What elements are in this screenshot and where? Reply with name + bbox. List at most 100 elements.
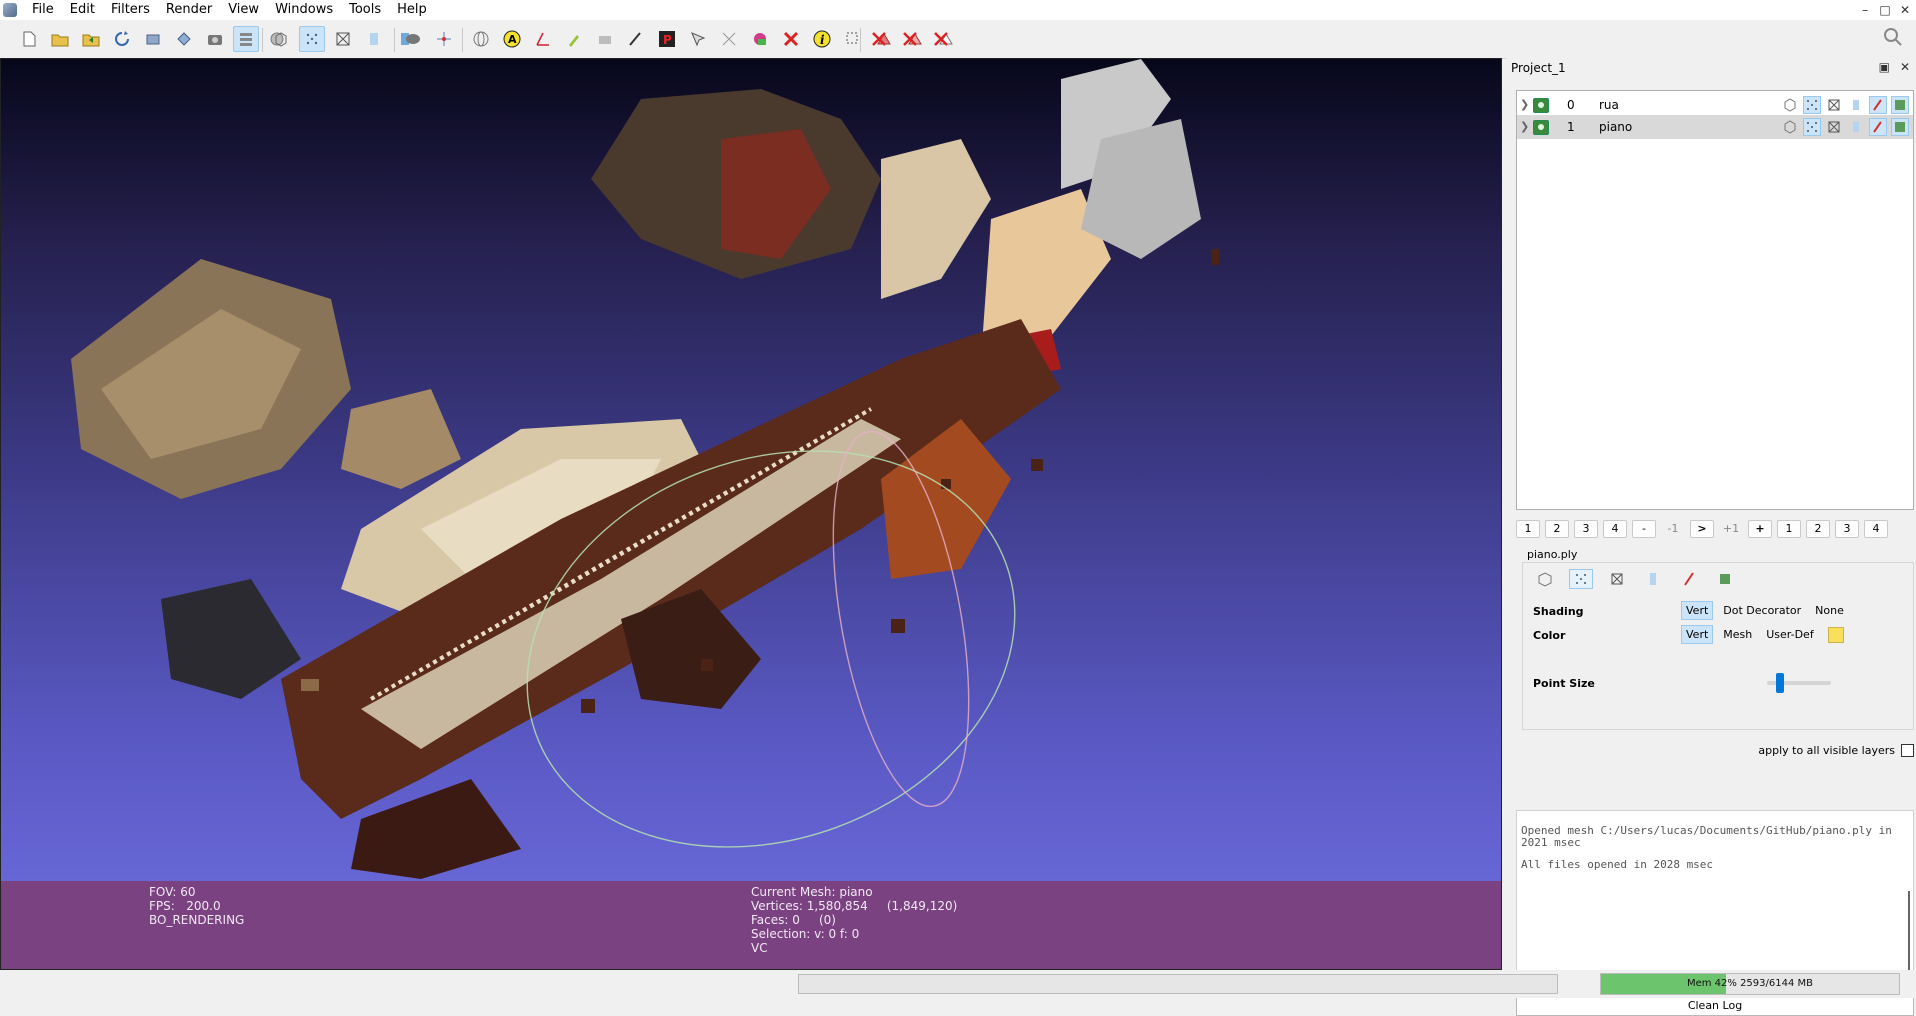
color-vert-option[interactable]: Vert [1681, 625, 1714, 644]
align-icon[interactable] [716, 26, 742, 52]
log-scrollbar[interactable] [1908, 891, 1910, 975]
visibility-eye-icon[interactable] [1533, 98, 1549, 113]
snapshot-icon[interactable] [202, 26, 228, 52]
points-toggle-icon[interactable] [1803, 118, 1821, 136]
pdf-export-icon[interactable]: P [654, 26, 680, 52]
paint-icon[interactable] [561, 26, 587, 52]
menu-edit[interactable]: Edit [62, 0, 103, 20]
points-mode-icon[interactable] [299, 26, 325, 52]
layer-dialog-icon[interactable] [233, 26, 259, 52]
nav-button[interactable]: 2 [1806, 520, 1830, 538]
layer-name: piano [1599, 120, 1633, 134]
nav-button[interactable]: + [1748, 520, 1772, 538]
menu-tools[interactable]: Tools [341, 0, 389, 20]
restore-button[interactable]: □ [1878, 0, 1892, 20]
wire-toggle-icon[interactable] [1825, 118, 1843, 136]
georef-icon[interactable] [778, 26, 804, 52]
nav-button[interactable]: 4 [1864, 520, 1888, 538]
close-panel-button[interactable]: ✕ [1900, 60, 1910, 74]
bbox-toggle-icon[interactable] [1781, 118, 1799, 136]
clean-log-button[interactable]: Clean Log [1516, 996, 1914, 1016]
texture-toggle-icon[interactable] [1869, 118, 1887, 136]
delete-vertices-icon[interactable] [866, 26, 892, 52]
search-icon[interactable] [1882, 26, 1906, 50]
visibility-eye-icon[interactable] [1533, 120, 1549, 135]
color-mesh-option[interactable]: Mesh [1719, 626, 1756, 643]
menu-windows[interactable]: Windows [267, 0, 341, 20]
lighting-icon[interactable] [400, 26, 426, 52]
decorator-toggle-icon[interactable] [1891, 118, 1909, 136]
camera-align-icon[interactable] [592, 26, 618, 52]
minimize-button[interactable]: – [1858, 0, 1872, 20]
new-project-icon[interactable] [16, 26, 42, 52]
nav-button[interactable]: 4 [1603, 520, 1627, 538]
texture-toggle-icon[interactable] [1869, 96, 1887, 114]
measure-icon[interactable] [530, 26, 556, 52]
nav-button[interactable]: > [1690, 520, 1714, 538]
nav-button[interactable]: 1 [1777, 520, 1801, 538]
close-button[interactable]: ✕ [1898, 0, 1912, 20]
delete-faces-vertices-icon[interactable] [928, 26, 954, 52]
viewport-info-bar: FOV: 60 FPS: 200.0 BO_RENDERING Current … [1, 881, 1501, 969]
apply-all-checkbox[interactable] [1901, 744, 1914, 757]
fill-toggle-icon[interactable] [1847, 118, 1865, 136]
shading-dot-option[interactable]: Dot Decorator [1719, 602, 1805, 619]
menu-help[interactable]: Help [389, 0, 435, 20]
fill-toggle-icon[interactable] [1847, 96, 1865, 114]
tab-wire-icon[interactable] [1605, 569, 1629, 589]
axes-icon[interactable] [431, 26, 457, 52]
open-project-icon[interactable] [47, 26, 73, 52]
nav-button[interactable]: -1 [1661, 520, 1685, 538]
menu-render[interactable]: Render [158, 0, 220, 20]
annotation-icon[interactable]: A [499, 26, 525, 52]
bbox-toggle-icon[interactable] [1781, 96, 1799, 114]
flat-mode-icon[interactable] [361, 26, 387, 52]
expand-chevron-icon[interactable]: ❯ [1520, 93, 1529, 117]
menu-view[interactable]: View [220, 0, 267, 20]
nav-button[interactable]: +1 [1719, 520, 1743, 538]
points-toggle-icon[interactable] [1803, 96, 1821, 114]
tab-points-icon[interactable] [1569, 569, 1593, 589]
tab-bbox-icon[interactable] [1533, 569, 1557, 589]
brush-icon[interactable] [623, 26, 649, 52]
shading-none-option[interactable]: None [1811, 602, 1848, 619]
faces-readout: Faces: 0 (0) [751, 913, 836, 927]
point-size-slider-handle[interactable] [1775, 673, 1784, 693]
user-color-swatch[interactable] [1827, 626, 1844, 643]
delete-faces-icon[interactable] [897, 26, 923, 52]
tab-fill-icon[interactable] [1641, 569, 1665, 589]
trackball-icon[interactable] [468, 26, 494, 52]
wireframe-mode-icon[interactable] [330, 26, 356, 52]
export-mesh-icon[interactable] [171, 26, 197, 52]
decorator-toggle-icon[interactable] [1891, 96, 1909, 114]
reload-all-icon[interactable] [140, 26, 166, 52]
tab-texture-icon[interactable] [1677, 569, 1701, 589]
apply-all-row: apply to all visible layers [1758, 744, 1914, 757]
wire-toggle-icon[interactable] [1825, 96, 1843, 114]
import-mesh-icon[interactable] [78, 26, 104, 52]
color-userdef-option[interactable]: User-Def [1762, 626, 1817, 643]
3d-viewport[interactable]: FOV: 60 FPS: 200.0 BO_RENDERING Current … [0, 58, 1502, 970]
nav-button[interactable]: 1 [1516, 520, 1540, 538]
shading-vert-option[interactable]: Vert [1681, 601, 1714, 620]
file-tools [16, 26, 290, 52]
layer-row-piano[interactable]: ❯ 1 piano [1517, 115, 1913, 139]
bbox-mode-icon[interactable] [268, 26, 294, 52]
select-vertices-icon[interactable] [840, 26, 866, 52]
layer-row-rua[interactable]: ❯ 0 rua [1517, 93, 1913, 117]
point-select-icon[interactable] [685, 26, 711, 52]
nav-button[interactable]: - [1632, 520, 1656, 538]
float-panel-button[interactable]: ▣ [1879, 60, 1890, 74]
nav-button[interactable]: 3 [1835, 520, 1859, 538]
point-cloud-render[interactable] [1, 59, 1502, 879]
menu-filters[interactable]: Filters [103, 0, 158, 20]
color-paint-icon[interactable] [747, 26, 773, 52]
expand-chevron-icon[interactable]: ❯ [1520, 115, 1529, 139]
nav-button[interactable]: 2 [1545, 520, 1569, 538]
info-icon[interactable]: i [809, 26, 835, 52]
tab-decorator-icon[interactable] [1713, 569, 1737, 589]
log-area[interactable]: Opened mesh C:/Users/lucas/Documents/Git… [1516, 810, 1914, 990]
nav-button[interactable]: 3 [1574, 520, 1598, 538]
menu-file[interactable]: File [24, 0, 62, 20]
reload-icon[interactable] [109, 26, 135, 52]
